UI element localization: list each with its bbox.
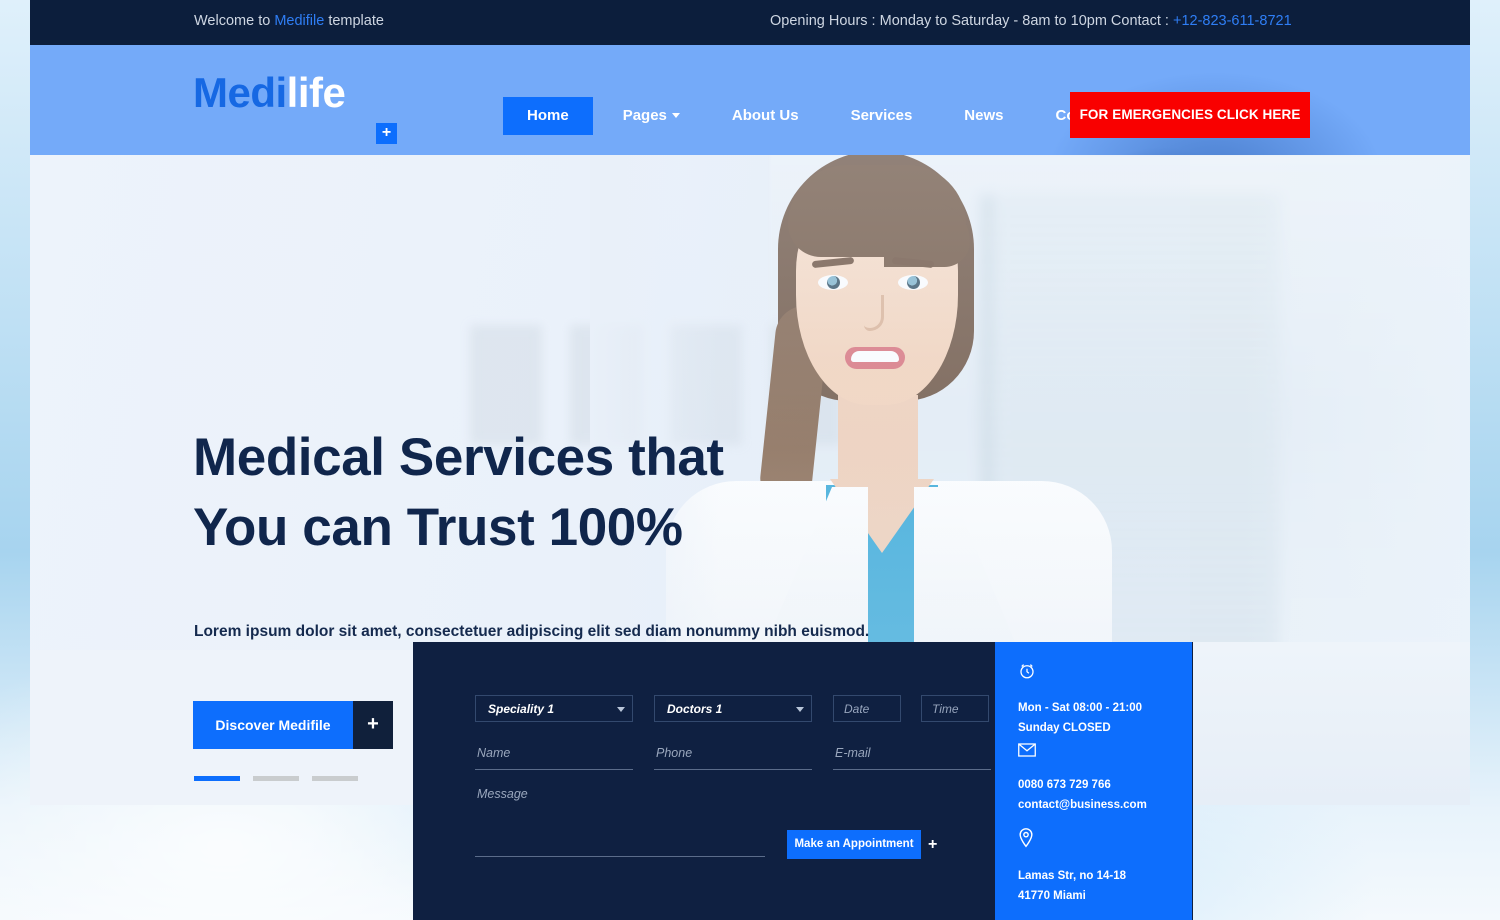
message-textarea[interactable] — [475, 785, 765, 857]
slider-dot-3[interactable] — [312, 776, 358, 781]
hero-heading-line-2: You can Trust 100% — [193, 497, 683, 557]
right-photo-strip — [1192, 642, 1470, 805]
welcome-suffix: template — [324, 13, 384, 29]
nav-item-news[interactable]: News — [938, 97, 1029, 135]
main-navigation: Home Pages About Us Services News Contac… — [503, 97, 1137, 135]
hero-heading-line-1: Medical Services that — [193, 428, 724, 487]
slider-dot-1[interactable] — [194, 776, 240, 781]
appointment-form — [413, 642, 995, 920]
nav-label-news: News — [964, 107, 1004, 124]
phone-link[interactable]: +12-823-611-8721 — [1173, 13, 1292, 29]
nav-label-pages: Pages — [622, 107, 667, 124]
speciality-select[interactable]: Speciality 1 — [475, 695, 633, 722]
doctor-eye-right — [898, 275, 928, 290]
time-input[interactable] — [921, 695, 989, 722]
doctor-mouth — [845, 347, 905, 369]
doctors-select[interactable]: Doctors 1 — [654, 695, 812, 722]
address-line-1: Lamas Str, no 14-18 — [1018, 870, 1127, 882]
chevron-down-icon — [671, 113, 680, 118]
welcome-prefix: Welcome to — [194, 13, 275, 29]
nav-item-services[interactable]: Services — [825, 97, 939, 135]
discover-button[interactable]: Discover Medifile — [193, 701, 353, 749]
make-appointment-button[interactable]: Make an Appointment — [787, 830, 921, 859]
doctor-nose — [864, 295, 884, 331]
slider-pagination — [194, 776, 358, 781]
phone-input[interactable] — [654, 742, 812, 770]
hours-line-2: Sunday CLOSED — [1018, 722, 1111, 734]
contact-email[interactable]: contact@business.com — [1018, 795, 1147, 815]
slider-dot-2[interactable] — [253, 776, 299, 781]
welcome-message: Welcome to Medifile template — [194, 13, 384, 29]
opening-hours-block: Mon - Sat 08:00 - 21:00 Sunday CLOSED — [1018, 662, 1142, 738]
nav-item-about-us[interactable]: About Us — [706, 97, 825, 135]
nav-label-about-us: About Us — [731, 107, 799, 124]
email-input[interactable] — [833, 742, 991, 770]
contact-phone[interactable]: 0080 673 729 766 — [1018, 775, 1147, 795]
contact-info-panel: Mon - Sat 08:00 - 21:00 Sunday CLOSED 00… — [995, 642, 1192, 920]
emergency-button[interactable]: FOR EMERGENCIES CLICK HERE — [1070, 92, 1310, 138]
hero-cta-group: Discover Medifile + — [193, 701, 393, 749]
logo-plus-icon: + — [376, 123, 397, 144]
name-input[interactable] — [475, 742, 633, 770]
brand-link[interactable]: Medifile — [274, 13, 324, 29]
doctor-hair-front — [788, 165, 970, 267]
top-announcement-bar: Welcome to Medifile template Opening Hou… — [30, 0, 1470, 45]
opening-hours-text: Opening Hours : Monday to Saturday - 8am… — [770, 13, 1173, 29]
map-pin-icon — [1018, 828, 1126, 853]
doctor-eye-left — [818, 275, 848, 290]
nav-label-home: Home — [527, 107, 569, 124]
opening-hours-contact: Opening Hours : Monday to Saturday - 8am… — [770, 13, 1292, 29]
discover-plus-button[interactable]: + — [353, 701, 393, 749]
contact-block: 0080 673 729 766 contact@business.com — [1018, 743, 1147, 815]
site-logo[interactable]: Medilife — [193, 69, 346, 116]
address-block: Lamas Str, no 14-18 41770 Miami — [1018, 828, 1126, 906]
date-input[interactable] — [833, 695, 901, 722]
logo-text-secondary: life — [286, 69, 346, 116]
hours-line-1: Mon - Sat 08:00 - 21:00 — [1018, 702, 1142, 714]
address-line-2: 41770 Miami — [1018, 890, 1086, 902]
site-header: Medilife + Home Pages About Us Services … — [30, 45, 1470, 155]
nav-item-pages[interactable]: Pages — [597, 97, 706, 135]
hero-heading: Medical Services that You can Trust 100% — [193, 423, 724, 563]
clock-icon — [1018, 662, 1142, 685]
envelope-icon — [1018, 743, 1147, 762]
page-root: Welcome to Medifile template Opening Hou… — [0, 0, 1500, 920]
site-container: Welcome to Medifile template Opening Hou… — [30, 0, 1470, 920]
nav-item-home[interactable]: Home — [503, 97, 593, 135]
hero-subtitle: Lorem ipsum dolor sit amet, consectetuer… — [194, 623, 870, 640]
nav-label-services: Services — [850, 107, 913, 124]
doctor-teeth — [851, 351, 899, 362]
appointment-plus-button[interactable]: + — [928, 836, 937, 854]
logo-text-primary: Medi — [193, 69, 287, 116]
